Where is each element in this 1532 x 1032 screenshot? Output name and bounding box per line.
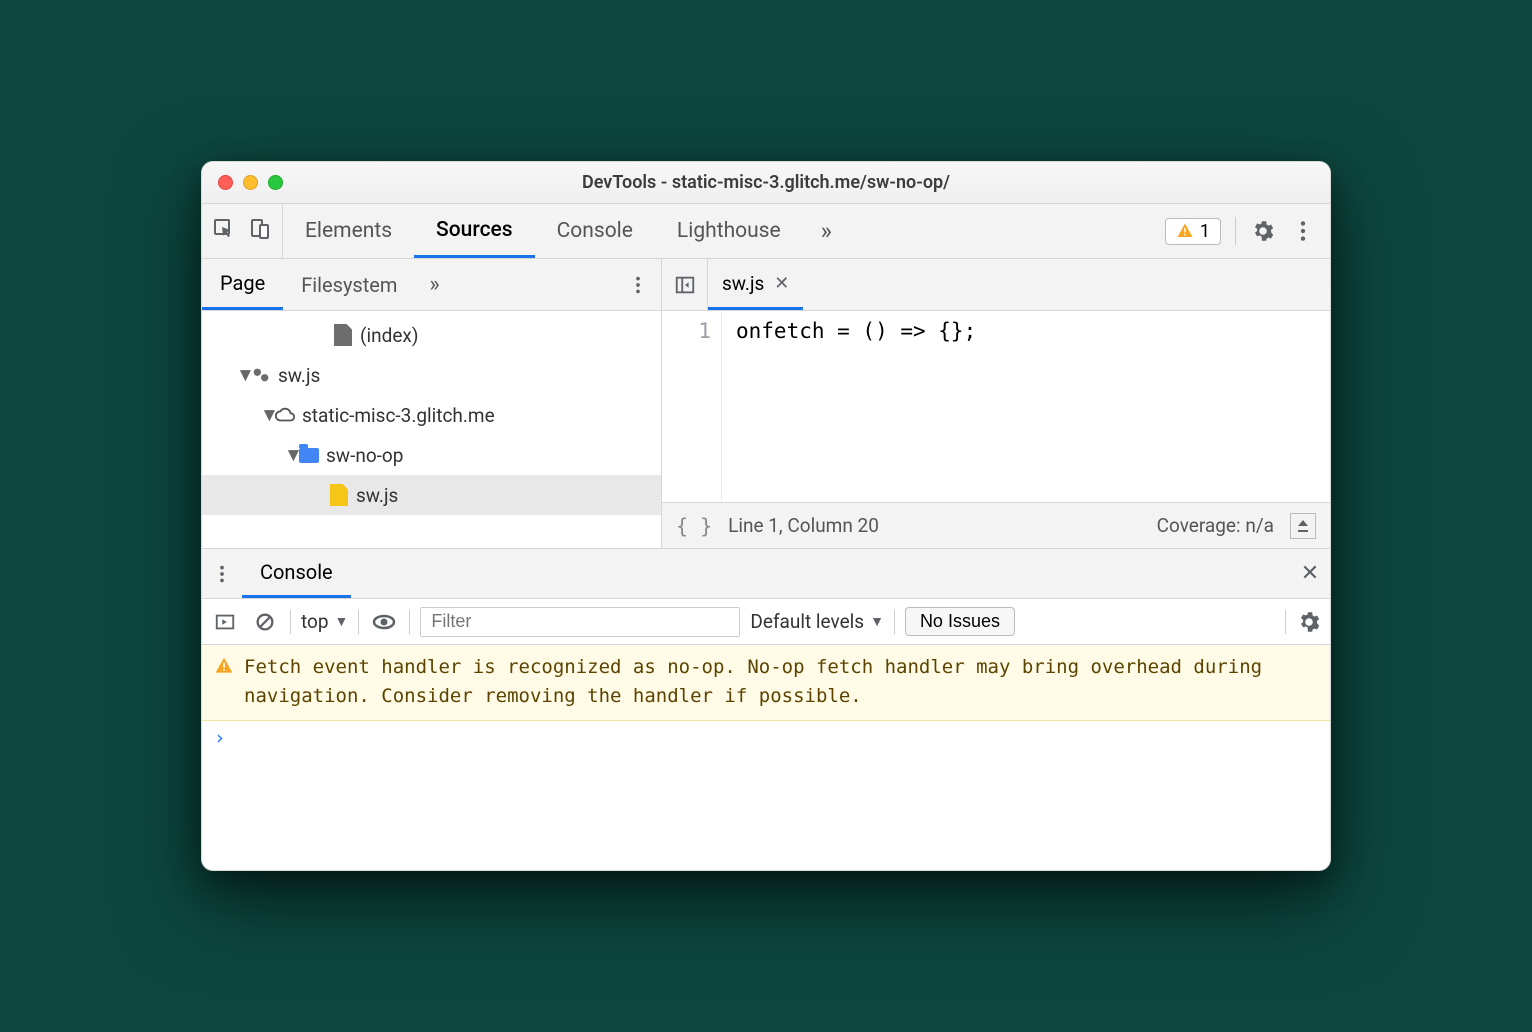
clear-console-icon[interactable]	[250, 607, 280, 637]
more-menu-icon[interactable]	[1290, 218, 1316, 244]
main-tabs: Elements Sources Console Lighthouse »	[283, 204, 1151, 258]
editor-status-bar: { } Line 1, Column 20 Coverage: n/a	[662, 502, 1330, 548]
sources-panel: Page Filesystem » (index) ▼ s	[202, 259, 1330, 549]
live-expression-icon[interactable]	[369, 607, 399, 637]
warning-icon	[214, 656, 234, 676]
chevron-down-icon: ▼	[284, 443, 298, 467]
drawer-header: Console ✕	[202, 549, 1330, 599]
code-editor[interactable]: 1 onfetch = () => {};	[662, 311, 1330, 502]
editor-tabs: sw.js ✕	[662, 259, 1330, 311]
console-body: Fetch event handler is recognized as no-…	[202, 645, 1330, 870]
cloud-icon	[274, 407, 296, 423]
cursor-position: Line 1, Column 20	[728, 514, 879, 537]
warnings-badge[interactable]: 1	[1165, 218, 1221, 245]
navigator-tab-page[interactable]: Page	[202, 259, 283, 310]
file-icon	[328, 484, 350, 506]
console-toolbar: top ▼ Default levels ▼ No Issues	[202, 599, 1330, 645]
close-file-icon[interactable]: ✕	[774, 273, 789, 294]
file-icon	[332, 324, 354, 346]
tab-elements[interactable]: Elements	[283, 204, 414, 258]
log-levels-selector[interactable]: Default levels ▼	[750, 610, 884, 633]
inspect-element-icon[interactable]	[212, 217, 236, 245]
file-tree: (index) ▼ sw.js ▼ static-misc-3.glitch.m…	[202, 311, 661, 548]
devtools-window: DevTools - static-misc-3.glitch.me/sw-no…	[201, 161, 1331, 871]
tab-lighthouse[interactable]: Lighthouse	[655, 204, 803, 258]
tab-console[interactable]: Console	[535, 204, 655, 258]
collapse-bottom-icon[interactable]	[1290, 513, 1316, 539]
settings-icon[interactable]	[1250, 218, 1276, 244]
tab-sources[interactable]: Sources	[414, 204, 535, 258]
console-settings-icon[interactable]	[1296, 609, 1322, 635]
chevron-down-icon: ▼	[870, 613, 884, 630]
drawer-more-icon[interactable]	[202, 549, 242, 598]
file-tab-label: sw.js	[722, 272, 764, 295]
file-tab-swjs[interactable]: sw.js ✕	[708, 259, 803, 310]
warning-icon	[1176, 222, 1194, 240]
navigator-panel: Page Filesystem » (index) ▼ s	[202, 259, 662, 548]
chevron-down-icon: ▼	[260, 403, 274, 427]
navigator-tab-filesystem[interactable]: Filesystem	[283, 259, 415, 310]
tree-item-index[interactable]: (index)	[202, 315, 661, 355]
line-gutter: 1	[662, 311, 722, 502]
separator	[290, 610, 291, 634]
tree-item-origin[interactable]: ▼ static-misc-3.glitch.me	[202, 395, 661, 435]
editor-panel: sw.js ✕ 1 onfetch = () => {}; { } Line 1…	[662, 259, 1330, 548]
issues-button[interactable]: No Issues	[905, 607, 1015, 636]
filter-input[interactable]	[420, 607, 740, 637]
folder-icon	[298, 448, 320, 463]
tree-item-folder[interactable]: ▼ sw-no-op	[202, 435, 661, 475]
navigator-tabs: Page Filesystem »	[202, 259, 661, 311]
close-drawer-icon[interactable]: ✕	[1290, 549, 1330, 598]
main-toolbar: Elements Sources Console Lighthouse » 1	[202, 204, 1330, 259]
separator	[409, 610, 410, 634]
window-title: DevTools - static-misc-3.glitch.me/sw-no…	[202, 172, 1330, 193]
chevron-down-icon: ▼	[335, 613, 349, 630]
coverage-label: Coverage: n/a	[1157, 514, 1274, 537]
code-line: onfetch = () => {};	[736, 319, 976, 343]
chevron-down-icon: ▼	[236, 363, 250, 387]
navigator-more-icon[interactable]	[615, 259, 661, 310]
tabs-overflow-button[interactable]: »	[803, 204, 850, 258]
levels-label: Default levels	[750, 610, 864, 633]
warnings-count: 1	[1200, 221, 1210, 242]
console-prompt[interactable]: ›	[202, 721, 1330, 755]
separator	[894, 610, 895, 634]
separator	[1285, 610, 1286, 634]
device-toggle-icon[interactable]	[248, 217, 272, 245]
pretty-print-icon[interactable]: { }	[676, 514, 712, 538]
gears-icon	[250, 364, 272, 386]
divider	[1235, 217, 1236, 245]
console-warning-row[interactable]: Fetch event handler is recognized as no-…	[202, 645, 1330, 721]
prompt-chevron-icon: ›	[214, 727, 225, 749]
tree-item-serviceworker[interactable]: ▼ sw.js	[202, 355, 661, 395]
context-label: top	[301, 610, 329, 633]
line-number: 1	[662, 319, 711, 343]
code-content: onfetch = () => {};	[722, 311, 976, 502]
separator	[358, 610, 359, 634]
navigator-tabs-overflow[interactable]: »	[415, 259, 453, 310]
context-selector[interactable]: top ▼	[301, 610, 348, 633]
warning-text: Fetch event handler is recognized as no-…	[244, 653, 1318, 712]
tree-item-swjs[interactable]: sw.js	[202, 475, 661, 515]
toggle-sidebar-icon[interactable]	[210, 607, 240, 637]
titlebar: DevTools - static-misc-3.glitch.me/sw-no…	[202, 162, 1330, 204]
drawer-tab-console[interactable]: Console	[242, 549, 351, 598]
show-navigator-icon[interactable]	[662, 259, 708, 310]
